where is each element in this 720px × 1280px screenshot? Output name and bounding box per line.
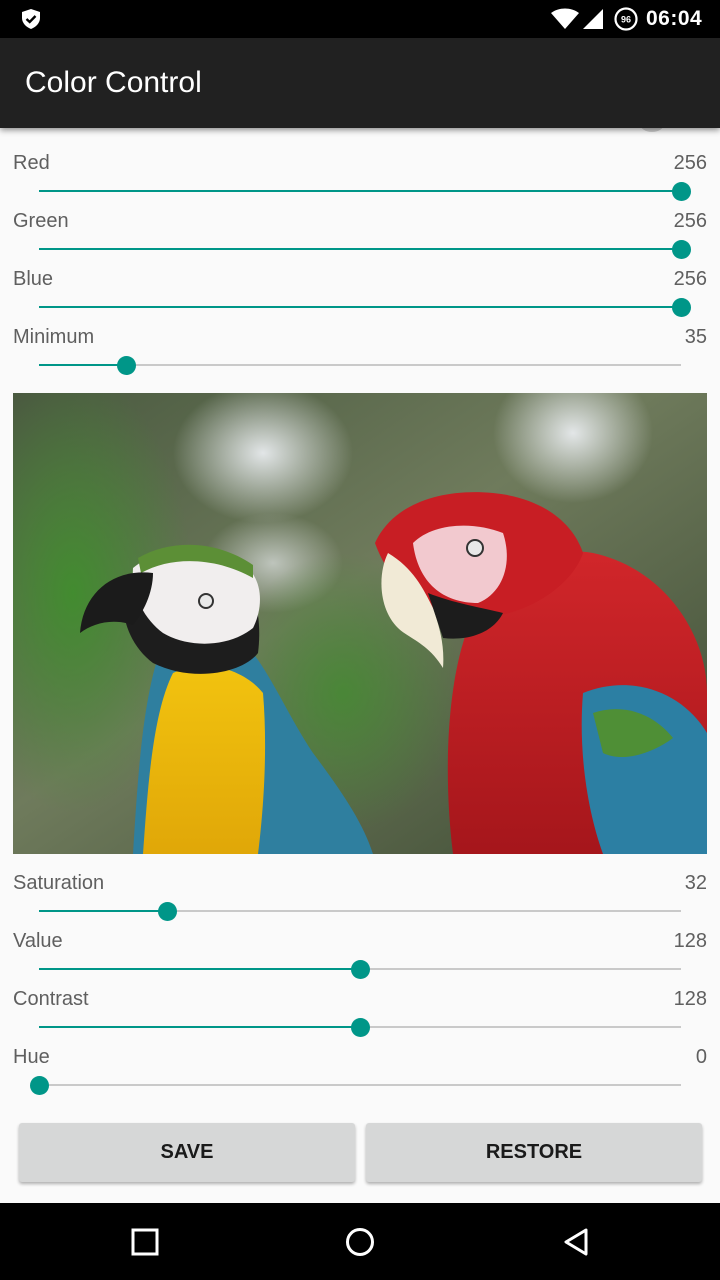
- slider-fill: [39, 248, 681, 250]
- signal-icon: [583, 9, 603, 29]
- slider-label: Value: [13, 930, 63, 952]
- slider-label: Green: [13, 210, 69, 232]
- slider-fill: [39, 364, 127, 366]
- slider-fill: [39, 1026, 360, 1028]
- slider-fill: [39, 306, 681, 308]
- slider-value: 128: [673, 988, 707, 1010]
- slider-thumb[interactable]: [29, 1076, 49, 1095]
- app-bar: Color Control: [0, 38, 720, 128]
- slider-fill: [39, 968, 360, 970]
- restore-button[interactable]: RESTORE: [366, 1123, 702, 1182]
- slider-value: 35: [684, 326, 707, 348]
- battery-icon: 96: [614, 7, 638, 31]
- battery-level: 96: [621, 15, 631, 25]
- app-title: Color Control: [25, 66, 202, 99]
- slider-label: Red: [13, 152, 50, 174]
- slider-value: 256: [673, 268, 707, 290]
- slider-value: 256: [673, 152, 707, 174]
- slider-track[interactable]: [39, 306, 681, 308]
- slider-thumb[interactable]: [350, 1018, 370, 1037]
- slider-track[interactable]: [39, 248, 681, 250]
- slider-thumb[interactable]: [671, 240, 691, 259]
- slider-label: Saturation: [13, 872, 105, 894]
- slider-thumb[interactable]: [350, 960, 370, 979]
- slider-label: Hue: [13, 1046, 50, 1068]
- slider-track[interactable]: [39, 910, 681, 912]
- slider-thumb[interactable]: [157, 902, 177, 921]
- slider-label: Minimum: [13, 326, 95, 348]
- recent-apps-icon[interactable]: [130, 1227, 160, 1257]
- slider-thumb[interactable]: [671, 182, 691, 201]
- home-icon[interactable]: [345, 1227, 375, 1257]
- slider-thumb[interactable]: [671, 298, 691, 317]
- status-bar: 96 06:04: [0, 0, 720, 38]
- parrots-photo: [13, 393, 707, 854]
- shield-icon: [22, 9, 40, 29]
- slider-value: 32: [684, 872, 707, 894]
- back-icon[interactable]: [562, 1227, 592, 1257]
- slider-label: Blue: [13, 268, 54, 290]
- slider-value: 256: [673, 210, 707, 232]
- save-button[interactable]: SAVE: [19, 1123, 355, 1182]
- slider-track[interactable]: [39, 1084, 681, 1086]
- main-content[interactable]: Red 256 Green 256 Blue 256 Minimum 35 Sa…: [0, 128, 720, 1203]
- slider-value: 0: [695, 1046, 707, 1068]
- status-time: 06:04: [646, 7, 703, 30]
- slider-value: 128: [673, 930, 707, 952]
- slider-fill: [39, 190, 681, 192]
- slider-label: Contrast: [13, 988, 89, 1010]
- navigation-bar: [0, 1203, 720, 1280]
- slider-thumb[interactable]: [117, 356, 137, 375]
- scroll-indicator: [640, 128, 664, 132]
- slider-fill: [39, 910, 168, 912]
- slider-track[interactable]: [39, 190, 681, 192]
- wifi-icon: [551, 8, 579, 29]
